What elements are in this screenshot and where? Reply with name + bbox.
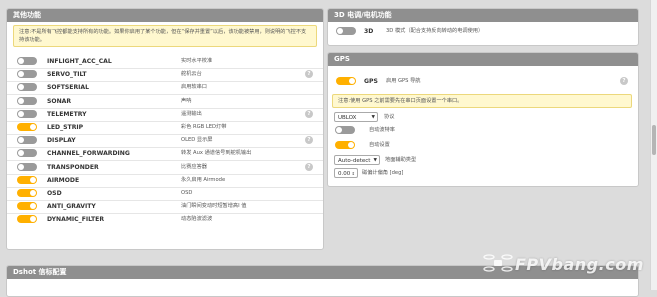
other-features-notice: 注意:不是所有飞控都能支持所有的功能。如果你启用了某个功能，但在“保存并重置”以…	[13, 25, 317, 47]
watermark-text: FPVbang.com	[515, 255, 644, 274]
feature-name: TRANSPONDER	[47, 163, 99, 171]
drone-logo-icon	[483, 254, 513, 272]
motor-3d-row: 3D 3D 模式（配合支持反向转动的电调使用）	[328, 25, 638, 38]
feature-row-airmode: AIRMODE 永久启用 Airmode	[7, 174, 323, 188]
gps-protocol-select[interactable]: UBLOX ▼	[334, 112, 378, 122]
feature-name: SOFTSERIAL	[47, 84, 89, 92]
feature-toggle[interactable]	[17, 162, 37, 171]
gps-sbas-select[interactable]: Auto-detect ▼	[334, 155, 380, 165]
feature-row-sonar: SONAR 声呐	[7, 95, 323, 109]
feature-name: TELEMETRY	[47, 110, 87, 118]
feature-row-transponder: TRANSPONDER 比赛应答器?	[7, 161, 323, 175]
feature-name: INFLIGHT_ACC_CAL	[47, 58, 112, 65]
feature-description: 遥测输出	[181, 110, 202, 117]
feature-description: 动态陷波滤波	[181, 216, 213, 223]
feature-toggle[interactable]	[17, 83, 37, 92]
gps-sbas-label: 地面辅助类型	[385, 157, 417, 163]
feature-description: 永久启用 Airmode	[181, 176, 226, 183]
feature-toggle[interactable]	[17, 70, 37, 79]
feature-description: 舵机云台	[181, 71, 202, 78]
chevron-down-icon: ▼	[373, 158, 377, 163]
motor-3d-desc: 3D 模式（配合支持反向转动的电调使用）	[386, 28, 484, 34]
stepper-icon: ⇕	[351, 171, 355, 176]
feature-name: SONAR	[47, 97, 72, 105]
feature-row-inflight-acc-cal: INFLIGHT_ACC_CAL 实时水平校准	[7, 55, 323, 69]
feature-toggle[interactable]	[17, 202, 37, 211]
feature-toggle[interactable]	[17, 96, 37, 105]
gps-auto-baud-toggle[interactable]	[335, 126, 355, 134]
feature-row-channel-forwarding: CHANNEL_FORWARDING 转发 Aux 通道信号到舵机输出	[7, 147, 323, 162]
chevron-down-icon: ▼	[371, 115, 375, 120]
feature-toggle[interactable]	[17, 57, 37, 65]
feature-row-display: DISPLAY OLED 显示屏?	[7, 134, 323, 149]
feature-name: CHANNEL_FORWARDING	[47, 150, 130, 158]
feature-description: 启用软串口	[181, 84, 207, 91]
feature-description: 油门瞬间变动时短暂增高I 值	[181, 203, 247, 210]
feature-description: 比赛应答器	[181, 163, 207, 170]
feature-description: 转发 Aux 通道信号到舵机输出	[181, 150, 252, 157]
feature-name: DISPLAY	[47, 137, 76, 145]
feature-description: OLED 显示屏	[181, 137, 213, 144]
gps-notice: 注意:使用 GPS 之前需要先在串口页面设置一个串口。	[332, 94, 632, 108]
feature-description: 声呐	[181, 97, 192, 104]
other-features-title: 其他功能	[7, 9, 323, 22]
feature-name: ANTI_GRAVITY	[47, 203, 96, 211]
help-icon[interactable]: ?	[305, 70, 313, 79]
gps-enable-row: GPS 启用 GPS 导航 ?	[328, 75, 638, 88]
gps-sbas-value: Auto-detect	[338, 158, 371, 164]
help-icon[interactable]: ?	[305, 136, 313, 145]
gps-name: GPS	[364, 78, 378, 85]
help-icon[interactable]: ?	[305, 109, 313, 118]
gps-auto-baud-label: 自动波特率	[369, 127, 395, 133]
feature-name: SERVO_TILT	[47, 71, 87, 79]
gps-toggle[interactable]	[336, 77, 356, 85]
feature-name: DYNAMIC_FILTER	[47, 216, 105, 224]
feature-row-telemetry: TELEMETRY 遥测输出?	[7, 108, 323, 122]
feature-name: AIRMODE	[47, 176, 80, 184]
gps-desc: 启用 GPS 导航	[386, 78, 421, 84]
other-features-panel: 其他功能 注意:不是所有飞控都能支持所有的功能。如果你启用了某个功能，但在“保存…	[6, 8, 324, 250]
motor-3d-name: 3D	[364, 28, 374, 35]
motor-3d-panel: 3D 电调/电机功能 3D 3D 模式（配合支持反向转动的电调使用）	[327, 8, 639, 46]
motor-3d-title: 3D 电调/电机功能	[328, 9, 638, 22]
feature-toggle[interactable]	[17, 149, 37, 158]
feature-name: OSD	[47, 190, 62, 197]
feature-toggle[interactable]	[17, 189, 37, 197]
motor-3d-toggle[interactable]	[336, 27, 356, 35]
feature-row-dynamic-filter: DYNAMIC_FILTER 动态陷波滤波	[7, 213, 323, 226]
gps-protocol-label: 协议	[384, 114, 395, 120]
feature-toggle[interactable]	[17, 215, 37, 224]
gps-protocol-value: UBLOX	[338, 115, 357, 121]
feature-toggle[interactable]	[17, 109, 37, 118]
help-icon[interactable]: ?	[305, 162, 313, 171]
gps-title: GPS	[328, 53, 638, 66]
feature-description: 实时水平校准	[181, 58, 213, 64]
gps-declination-value: 0.00	[338, 171, 351, 177]
feature-row-led-strip: LED_STRIP 彩色 RGB LED灯带	[7, 121, 323, 135]
feature-row-osd: OSD OSD	[7, 187, 323, 201]
feature-description: 彩色 RGB LED灯带	[181, 124, 227, 130]
feature-toggle[interactable]	[17, 175, 37, 184]
feature-row-servo-tilt: SERVO_TILT 舵机云台?	[7, 68, 323, 83]
gps-help-icon[interactable]: ?	[620, 77, 628, 85]
gps-declination-input[interactable]: 0.00 ⇕	[334, 168, 358, 178]
feature-toggle[interactable]	[17, 136, 37, 145]
feature-name: LED_STRIP	[47, 124, 84, 131]
gps-auto-config-toggle[interactable]	[335, 141, 355, 149]
gps-declination-label: 磁偏计偏角 [deg]	[362, 170, 404, 176]
page-scrollbar[interactable]	[650, 0, 657, 290]
feature-row-anti-gravity: ANTI_GRAVITY 油门瞬间变动时短暂增高I 值	[7, 200, 323, 215]
feature-row-softserial: SOFTSERIAL 启用软串口	[7, 81, 323, 96]
feature-toggle[interactable]	[17, 123, 37, 131]
feature-description: OSD	[181, 190, 193, 196]
scrollbar-thumb[interactable]	[652, 125, 656, 155]
gps-auto-config-label: 自动设置	[369, 142, 390, 148]
